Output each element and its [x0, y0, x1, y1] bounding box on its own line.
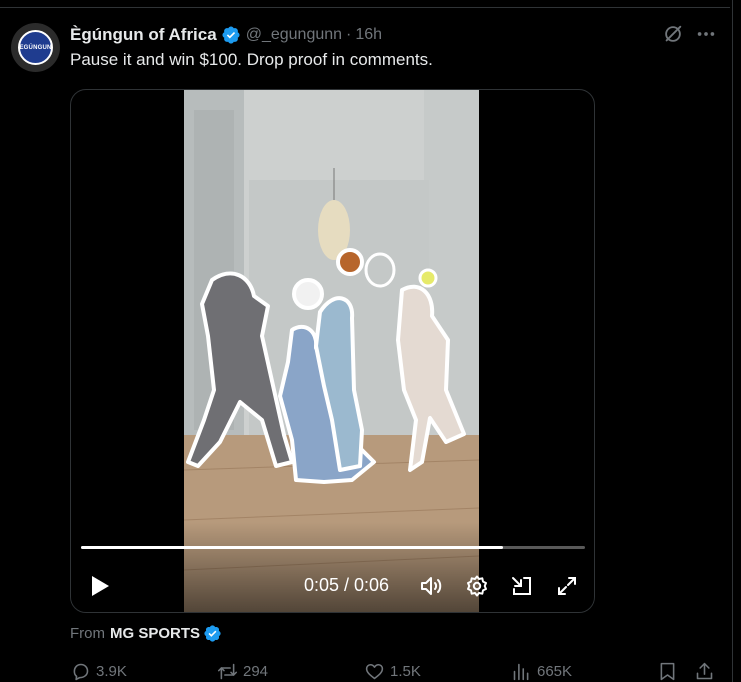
- verified-badge-icon[interactable]: [221, 25, 241, 45]
- repost-button[interactable]: 294: [217, 661, 268, 682]
- source-attribution: From MG SPORTS: [70, 624, 222, 643]
- verified-badge-icon: [204, 625, 221, 642]
- reply-icon: [73, 663, 89, 681]
- video-player[interactable]: 0:05 / 0:06: [70, 89, 595, 613]
- bookmark-button[interactable]: [657, 661, 683, 682]
- pip-icon[interactable]: [510, 574, 534, 598]
- avatar[interactable]: EGÚNGUN: [11, 23, 60, 72]
- settings-icon[interactable]: [465, 574, 489, 598]
- share-button[interactable]: [694, 661, 720, 682]
- from-label: From: [70, 625, 105, 642]
- like-count: 1.5K: [390, 663, 421, 680]
- display-name[interactable]: Ègúngun of Africa: [70, 25, 217, 45]
- bookmark-icon: [660, 662, 675, 681]
- controls-overlay: [71, 522, 594, 612]
- handle[interactable]: @_egungunn: [246, 26, 342, 44]
- like-icon: [365, 663, 384, 680]
- column-border: [732, 0, 733, 682]
- grok-icon[interactable]: [662, 23, 684, 45]
- reply-count: 3.9K: [96, 663, 127, 680]
- separator-dot: ·: [346, 26, 352, 43]
- more-icon[interactable]: [695, 23, 717, 45]
- reply-button[interactable]: 3.9K: [70, 661, 127, 682]
- timestamp[interactable]: 16h: [355, 26, 382, 44]
- repost-icon: [217, 663, 238, 680]
- like-button[interactable]: 1.5K: [364, 661, 421, 682]
- source-name[interactable]: MG SPORTS: [110, 625, 200, 642]
- views-button[interactable]: 665K: [511, 661, 572, 682]
- timeline-divider: [0, 7, 730, 8]
- tweet-text: Pause it and win $100. Drop proof in com…: [70, 50, 433, 69]
- video-time: 0:05 / 0:06: [304, 575, 390, 595]
- views-icon: [513, 663, 529, 681]
- repost-count: 294: [243, 663, 269, 680]
- tweet-header: Ègúngun of Africa @_egungunn · 16h: [70, 23, 382, 47]
- avatar-logo: EGÚNGUN: [18, 30, 53, 65]
- volume-icon[interactable]: [419, 574, 443, 598]
- fullscreen-icon[interactable]: [555, 574, 579, 598]
- views-count: 665K: [537, 663, 573, 680]
- play-icon[interactable]: [89, 574, 111, 598]
- share-icon: [696, 662, 713, 680]
- video-progress-bar[interactable]: [81, 546, 585, 549]
- video-progress-fill: [81, 546, 504, 549]
